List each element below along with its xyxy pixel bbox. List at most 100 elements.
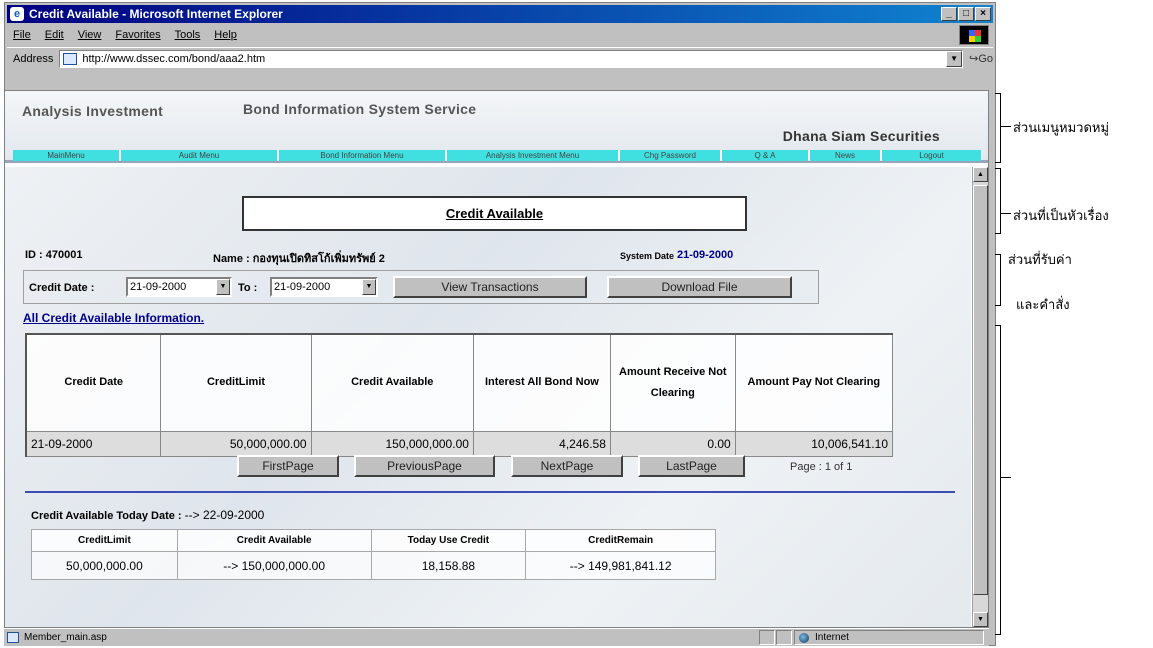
brand-system: Bond Information System Service — [243, 101, 477, 117]
status-bar: Member_main.asp Internet — [4, 628, 989, 646]
user-id: ID : 470001 — [25, 249, 83, 261]
download-file-button[interactable]: Download File — [607, 276, 792, 298]
nav-bond-info[interactable]: Bond Information Menu — [279, 150, 447, 161]
nav-news[interactable]: News — [810, 150, 882, 161]
cell-amount-receive: 0.00 — [609, 430, 736, 457]
col-today-use: Today Use Credit — [370, 529, 527, 552]
col-today-available: Credit Available — [176, 529, 372, 552]
cell-credit-date: 21-09-2000 — [25, 430, 162, 457]
nav-logout[interactable]: Logout — [882, 150, 981, 161]
annotation-input-section-2: และคำสั่ง — [1016, 298, 1070, 313]
credit-date-label: Credit Date : — [29, 282, 95, 294]
go-button[interactable]: ↪Go — [969, 52, 993, 65]
col-today-remain: CreditRemain — [525, 529, 716, 552]
col-interest: Interest All Bond Now — [472, 333, 611, 432]
cell-today-available: --> 150,000,000.00 — [176, 551, 372, 580]
title-bar: e Credit Available - Microsoft Internet … — [7, 5, 993, 23]
window-title: Credit Available - Microsoft Internet Ex… — [29, 7, 283, 21]
zone-label: Internet — [815, 632, 849, 643]
page-body: Credit Available ID : 470001 Name : กองท… — [5, 167, 971, 627]
chevron-down-icon: ▼ — [362, 279, 376, 295]
view-transactions-button[interactable]: View Transactions — [393, 276, 587, 298]
divider — [25, 491, 955, 493]
table-row: 21-09-2000 50,000,000.00 150,000,000.00 … — [25, 430, 894, 457]
cell-credit-limit: 50,000,000.00 — [160, 430, 312, 457]
nav-analysis[interactable]: Analysis Investment Menu — [447, 150, 620, 161]
cell-credit-available: 150,000,000.00 — [310, 430, 474, 457]
previous-page-button[interactable]: PreviousPage — [354, 455, 495, 477]
annotation-menu-section: ส่วนเมนูหมวดหมู่ — [1013, 121, 1110, 136]
minimize-button[interactable]: _ — [941, 7, 957, 21]
credit-date-value: 21-09-2000 — [130, 281, 187, 293]
globe-icon — [799, 633, 809, 643]
bracket-tick — [1001, 126, 1011, 127]
ie-app-icon: e — [10, 7, 24, 21]
col-today-limit: CreditLimit — [31, 529, 178, 552]
bracket-menu — [995, 93, 1001, 163]
menu-file[interactable]: File — [13, 29, 31, 41]
menu-help[interactable]: Help — [214, 29, 237, 41]
status-pane — [776, 630, 792, 645]
page-icon — [63, 52, 78, 65]
credit-date-select[interactable]: 21-09-2000 ▼ — [126, 277, 232, 297]
site-header: Analysis Investment Bond Information Sys… — [5, 91, 988, 163]
last-page-button[interactable]: LastPage — [638, 455, 745, 477]
system-date: 21-09-2000 — [677, 249, 734, 261]
go-label: Go — [978, 53, 993, 65]
address-label: Address — [13, 52, 54, 65]
annotation-title-section: ส่วนที่เป็นหัวเรื่อง — [1013, 209, 1109, 224]
page-title: Credit Available — [242, 196, 747, 231]
nav-chg-password[interactable]: Chg Password — [620, 150, 722, 161]
nav-qa[interactable]: Q & A — [722, 150, 810, 161]
bracket-data — [995, 325, 1001, 635]
annotation-input-section-1: ส่วนที่รับค่า — [1008, 253, 1072, 268]
site-nav: MainMenu Audit Menu Bond Information Men… — [13, 150, 981, 161]
cell-today-remain: --> 149,981,841.12 — [525, 551, 716, 580]
menu-favorites[interactable]: Favorites — [115, 29, 160, 41]
col-credit-available: Credit Available — [310, 333, 474, 432]
web-content: Analysis Investment Bond Information Sys… — [4, 90, 989, 628]
status-pane — [759, 630, 775, 645]
menu-view[interactable]: View — [78, 29, 102, 41]
to-date-value: 21-09-2000 — [274, 281, 331, 293]
menu-bar: File Edit View Favorites Tools Help — [7, 25, 993, 45]
command-panel: Credit Date : 21-09-2000 ▼ To : 21-09-20… — [23, 270, 819, 304]
close-button[interactable]: × — [975, 7, 991, 21]
all-credit-info-link[interactable]: All Credit Available Information. — [23, 311, 204, 325]
page-icon — [7, 632, 19, 643]
cell-today-limit: 50,000,000.00 — [31, 551, 178, 580]
col-credit-limit: CreditLimit — [160, 333, 312, 432]
maximize-button[interactable]: □ — [958, 7, 974, 21]
next-page-button[interactable]: NextPage — [511, 455, 623, 477]
cell-today-use: 18,158.88 — [370, 551, 527, 580]
col-amount-pay: Amount Pay Not Clearing — [734, 333, 894, 432]
scroll-thumb[interactable] — [973, 185, 988, 595]
scroll-down-icon[interactable]: ▼ — [973, 612, 988, 627]
page-info: Page : 1 of 1 — [790, 461, 853, 473]
nav-mainmenu[interactable]: MainMenu — [13, 150, 121, 161]
cell-interest: 4,246.58 — [472, 430, 611, 457]
to-label: To : — [238, 282, 258, 294]
address-dropdown-icon[interactable]: ▼ — [946, 50, 963, 67]
brand-analysis: Analysis Investment — [22, 103, 164, 119]
first-page-button[interactable]: FirstPage — [237, 455, 339, 477]
cell-amount-pay: 10,006,541.10 — [734, 430, 894, 457]
menu-tools[interactable]: Tools — [175, 29, 201, 41]
user-name: Name : กองทุนเปิดทิสโก้เพิ่มทรัพย์ 2 — [213, 253, 385, 265]
bracket-title — [995, 168, 1001, 234]
to-date-select[interactable]: 21-09-2000 ▼ — [270, 277, 378, 297]
nav-audit[interactable]: Audit Menu — [121, 150, 279, 161]
bracket-tick — [1001, 477, 1011, 478]
table-row: 50,000,000.00 --> 150,000,000.00 18,158.… — [31, 551, 716, 580]
vertical-scrollbar[interactable]: ▲ ▼ — [972, 167, 988, 627]
address-url: http://www.dssec.com/bond/aaa2.htm — [82, 52, 266, 65]
bracket-tick — [1001, 213, 1011, 214]
address-input[interactable]: http://www.dssec.com/bond/aaa2.htm ▼ — [59, 49, 964, 68]
system-date-label: System Date — [620, 251, 675, 261]
col-amount-receive: Amount Receive Not Clearing — [609, 333, 736, 432]
menu-edit[interactable]: Edit — [45, 29, 64, 41]
brand-company: Dhana Siam Securities — [782, 128, 940, 144]
col-credit-date: Credit Date — [25, 333, 162, 432]
bracket-input — [995, 254, 1001, 306]
scroll-up-icon[interactable]: ▲ — [973, 167, 988, 182]
